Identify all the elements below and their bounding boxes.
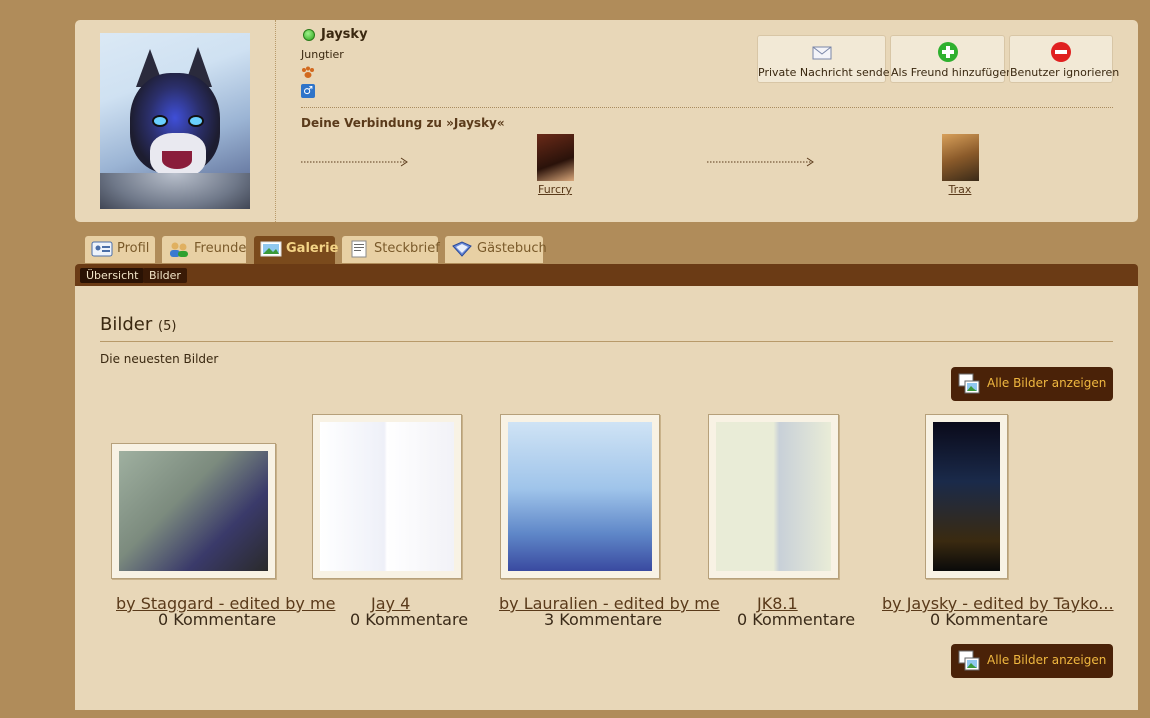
connection-arrow-icon: [301, 157, 408, 167]
tab-gaestebuch[interactable]: Gästebuch: [445, 236, 547, 263]
gallery-thumbnail[interactable]: [925, 414, 1008, 579]
ignore-user-label: Benutzer ignorieren: [1010, 66, 1120, 79]
tab-steckbrief[interactable]: Steckbrief: [342, 236, 440, 263]
show-all-pictures-label: Alle Bilder anzeigen: [987, 376, 1107, 390]
gallery-item-comments: 0 Kommentare: [930, 610, 1049, 629]
tab-galerie[interactable]: Galerie: [254, 236, 339, 266]
gallery-thumbnail[interactable]: [111, 443, 276, 579]
block-icon: [1051, 42, 1071, 62]
gallery-item-comments: 0 Kommentare: [350, 610, 469, 629]
tab-freunde[interactable]: Freunde: [162, 236, 246, 263]
guestbook-icon: [452, 241, 472, 257]
envelope-icon: [812, 46, 831, 60]
gallery-stack-icon: [958, 373, 980, 394]
connection-person-furcry[interactable]: Furcry: [525, 134, 585, 196]
gallery-thumbnail[interactable]: [708, 414, 839, 579]
paw-icon: [302, 66, 314, 78]
gallery-thumbnail[interactable]: [500, 414, 660, 579]
document-icon: [351, 240, 367, 258]
tab-label: Profil: [117, 241, 150, 256]
tab-profil[interactable]: Profil: [85, 236, 155, 263]
add-plus-icon: [937, 42, 958, 62]
gallery-stack-icon: [958, 650, 980, 671]
tab-label: Gästebuch: [477, 241, 547, 256]
show-all-pictures-label: Alle Bilder anzeigen: [987, 653, 1107, 667]
connection-avatar[interactable]: [941, 134, 979, 181]
tab-label: Freunde: [194, 241, 247, 256]
profile-card: Jaysky Jungtier ♂ Private Nachricht send…: [75, 20, 1138, 222]
tab-label: Galerie: [286, 241, 339, 256]
subtab-overview[interactable]: Übersicht: [80, 268, 145, 283]
picture-icon: [260, 241, 282, 257]
add-friend-label: Als Freund hinzufügen: [891, 66, 1014, 79]
send-private-message-label: Private Nachricht senden: [758, 66, 897, 79]
user-rank: Jungtier: [301, 48, 344, 61]
newest-pictures-label: Die neuesten Bilder: [100, 352, 219, 366]
profile-divider: [275, 20, 276, 222]
online-status-icon: [303, 29, 315, 41]
connection-name-link[interactable]: Furcry: [538, 183, 572, 196]
connection-avatar[interactable]: [536, 134, 574, 181]
gallery-item-comments: 0 Kommentare: [158, 610, 277, 629]
male-gender-icon: ♂: [301, 84, 315, 98]
connection-divider: [301, 107, 1113, 108]
gallery-content: Bilder (5) Die neuesten Bilder Alle Bild…: [75, 286, 1138, 710]
gallery-thumbnail[interactable]: [312, 414, 462, 579]
subtab-pictures[interactable]: Bilder: [143, 268, 187, 283]
gallery-item-comments: 0 Kommentare: [737, 610, 856, 629]
connection-arrow-icon: [707, 157, 814, 167]
gallery-count: (5): [158, 319, 177, 334]
gallery-item-comments: 3 Kommentare: [544, 610, 663, 629]
username: Jaysky: [321, 27, 368, 42]
connection-title: Deine Verbindung zu »Jaysky«: [301, 116, 505, 130]
send-private-message-button[interactable]: Private Nachricht senden: [757, 35, 897, 83]
ignore-user-button[interactable]: Benutzer ignorieren: [1009, 35, 1120, 83]
gallery-heading: Bilder (5): [100, 314, 176, 335]
add-friend-button[interactable]: Als Freund hinzufügen: [890, 35, 1014, 83]
id-card-icon: [91, 241, 113, 257]
connection-name-link[interactable]: Trax: [949, 183, 972, 196]
users-icon: [170, 242, 188, 257]
gallery-subnav: Übersicht Bilder: [75, 264, 1138, 286]
show-all-pictures-button[interactable]: Alle Bilder anzeigen: [951, 644, 1113, 678]
avatar: [100, 33, 250, 209]
connection-person-trax[interactable]: Trax: [930, 134, 990, 196]
show-all-pictures-button[interactable]: Alle Bilder anzeigen: [951, 367, 1113, 401]
gallery-title: Bilder: [100, 314, 153, 335]
gallery-heading-rule: [100, 341, 1113, 342]
tab-label: Steckbrief: [374, 241, 440, 256]
